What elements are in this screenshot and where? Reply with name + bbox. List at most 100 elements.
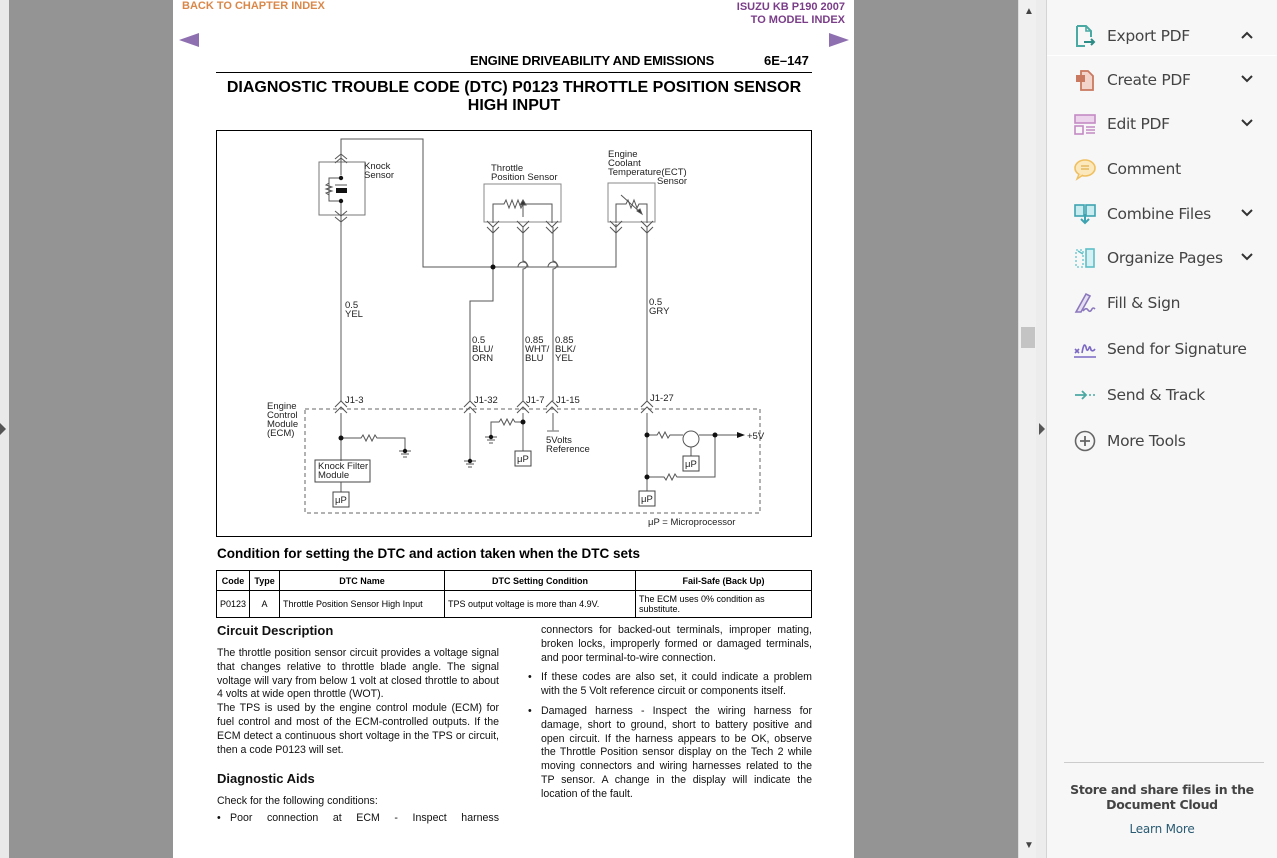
wire-wht-blu-color-2: BLU — [525, 353, 544, 364]
diagnostic-aid-bullet-1: Poor connection at ECM - Inspect harness — [217, 812, 499, 826]
table-row: P0123 A Throttle Position Sensor High In… — [215, 590, 812, 618]
pdf-viewer-window: BACK TO CHAPTER INDEX ISUZU KB P190 2007… — [0, 0, 1277, 858]
cloud-separator — [1064, 762, 1264, 763]
wire-gry-color: GRY — [649, 306, 670, 317]
tool-comment[interactable]: Comment — [1047, 149, 1277, 189]
create-pdf-icon — [1076, 70, 1094, 91]
page-number: 6E–147 — [764, 53, 809, 68]
tool-label: Send for Signature — [1107, 340, 1247, 358]
organize-pages-icon — [1075, 248, 1095, 268]
scroll-thumb[interactable] — [1021, 327, 1035, 348]
col-fail-safe: Fail-Safe (Back Up) — [635, 570, 812, 591]
left-pane-collapse-strip[interactable] — [0, 0, 9, 858]
next-page-arrow-icon[interactable] — [829, 33, 849, 47]
ecm-label-4: (ECM) — [267, 428, 294, 439]
pdf-page: BACK TO CHAPTER INDEX ISUZU KB P190 2007… — [173, 0, 854, 858]
scroll-up-icon[interactable]: ▲ — [1024, 6, 1034, 17]
col-type: Type — [249, 570, 281, 591]
diagnostic-aid-bullet-2: If these codes are also set, it could in… — [528, 671, 812, 699]
plus-5v-label: +5V — [747, 431, 765, 442]
diagnostic-aids-intro: Check for the following conditions: — [217, 795, 378, 808]
right-column: connectors for backed-out terminals, imp… — [528, 624, 812, 802]
page-title: DIAGNOSTIC TROUBLE CODE (DTC) P0123 THRO… — [216, 79, 812, 115]
tool-organize-pages[interactable]: Organize Pages — [1047, 238, 1277, 278]
diagnostic-aid-bullet-1-cont: connectors for backed-out terminals, imp… — [541, 624, 812, 664]
cell-code: P0123 — [215, 590, 251, 618]
back-to-chapter-index-link[interactable]: BACK TO CHAPTER INDEX — [182, 0, 325, 12]
knock-filter-label-2: Module — [318, 470, 349, 481]
vertical-scrollbar[interactable]: ▲ ▼ — [1018, 0, 1036, 858]
micro-ect-transistor: μP — [685, 459, 697, 470]
dtc-table: Code Type DTC Name DTC Setting Condition… — [215, 570, 812, 618]
tool-create-pdf[interactable]: Create PDF — [1047, 60, 1277, 100]
wire-blk-yel-color-2: YEL — [555, 353, 573, 364]
chevron-down-icon[interactable] — [1240, 206, 1254, 220]
wire-blu-orn-color-2: ORN — [472, 353, 493, 364]
chevron-down-icon[interactable] — [1240, 72, 1254, 86]
tool-separator — [1047, 55, 1277, 56]
collapse-right-pane-icon[interactable] — [1039, 423, 1045, 435]
conditions-heading: Condition for setting the DTC and action… — [217, 546, 641, 561]
model-name: ISUZU KB P190 2007 — [736, 1, 845, 13]
tool-label: Organize Pages — [1107, 249, 1223, 267]
previous-page-arrow-icon[interactable] — [179, 33, 199, 47]
chevron-down-icon[interactable] — [1240, 116, 1254, 130]
cell-fail-safe: The ECM uses 0% condition as substitute. — [635, 590, 812, 618]
tool-label: Edit PDF — [1107, 115, 1170, 133]
tps-label-2: Position Sensor — [491, 172, 558, 183]
tool-label: Send & Track — [1107, 386, 1205, 404]
tool-label: Comment — [1107, 160, 1181, 178]
chevron-up-icon[interactable] — [1240, 28, 1254, 42]
col-dtc-name: DTC Name — [279, 570, 446, 591]
tool-label: Export PDF — [1107, 27, 1190, 45]
circuit-description-heading: Circuit Description — [217, 623, 334, 638]
tool-fill-sign[interactable]: Fill & Sign — [1047, 283, 1277, 323]
tool-combine-files[interactable]: Combine Files — [1047, 194, 1277, 234]
wire-wht-blu — [522, 227, 528, 401]
tool-more-tools[interactable]: More Tools — [1047, 421, 1277, 461]
tool-export-pdf[interactable]: Export PDF — [1047, 16, 1277, 56]
to-model-index-link[interactable]: TO MODEL INDEX — [731, 14, 845, 26]
diagnostic-aid-bullet-3: Damaged harness - Inspect the wiring har… — [528, 705, 812, 802]
cell-dtc-name: Throttle Position Sensor High Input — [279, 590, 446, 618]
header-rule — [216, 72, 812, 73]
pin-j1-32: J1-32 — [474, 395, 498, 406]
scroll-down-icon[interactable]: ▼ — [1024, 840, 1034, 851]
chevron-down-icon[interactable] — [1240, 250, 1254, 264]
right-pane-collapse-strip[interactable] — [1036, 0, 1047, 858]
ect-box — [607, 182, 656, 223]
tool-label: Create PDF — [1107, 71, 1191, 89]
tool-send-track[interactable]: Send & Track — [1047, 375, 1277, 415]
five-volt-ref-label-2: Reference — [546, 444, 590, 455]
wiring-diagram: Knock Sensor Throttle Position Sensor En… — [216, 130, 812, 537]
tool-label: Fill & Sign — [1107, 294, 1181, 312]
microprocessor-legend: μP = Microprocessor — [648, 517, 735, 528]
cell-setting-condition: TPS output voltage is more than 4.9V. — [444, 590, 637, 618]
knock-sensor-label-2: Sensor — [364, 170, 394, 181]
page-title-line-2: HIGH INPUT — [467, 97, 561, 114]
wire-blu-orn — [469, 227, 494, 401]
pin-j1-3: J1-3 — [345, 395, 363, 406]
send-track-icon — [1075, 390, 1096, 400]
col-code: Code — [215, 570, 251, 591]
wire-blk-yel — [552, 227, 558, 401]
micro-ect: μP — [641, 494, 653, 505]
learn-more-link[interactable]: Learn More — [1062, 822, 1262, 836]
tool-edit-pdf[interactable]: Edit PDF — [1047, 104, 1277, 144]
knock-sensor-shield-wire — [340, 138, 617, 268]
micro-knock: μP — [335, 495, 347, 506]
circuit-description-p1: The throttle position sensor circuit pro… — [217, 647, 499, 701]
combine-files-icon — [1074, 204, 1096, 225]
pin-j1-15: J1-15 — [556, 395, 580, 406]
running-head: ENGINE DRIVEABILITY AND EMISSIONS — [470, 53, 715, 68]
export-pdf-icon — [1076, 25, 1096, 47]
expand-left-pane-icon[interactable] — [0, 423, 6, 435]
tools-pane: Export PDF Create PDF Edit PDF Comment C… — [1047, 0, 1277, 858]
table-header-row: Code Type DTC Name DTC Setting Condition… — [215, 570, 812, 591]
circuit-description-p2: The TPS is used by the engine control mo… — [217, 702, 499, 756]
page-title-line-1: DIAGNOSTIC TROUBLE CODE (DTC) P0123 THRO… — [226, 79, 802, 96]
pin-j1-27: J1-27 — [650, 393, 674, 404]
tool-send-for-signature[interactable]: Send for Signature — [1047, 329, 1277, 369]
more-tools-icon — [1074, 430, 1096, 452]
send-signature-icon — [1074, 344, 1096, 358]
